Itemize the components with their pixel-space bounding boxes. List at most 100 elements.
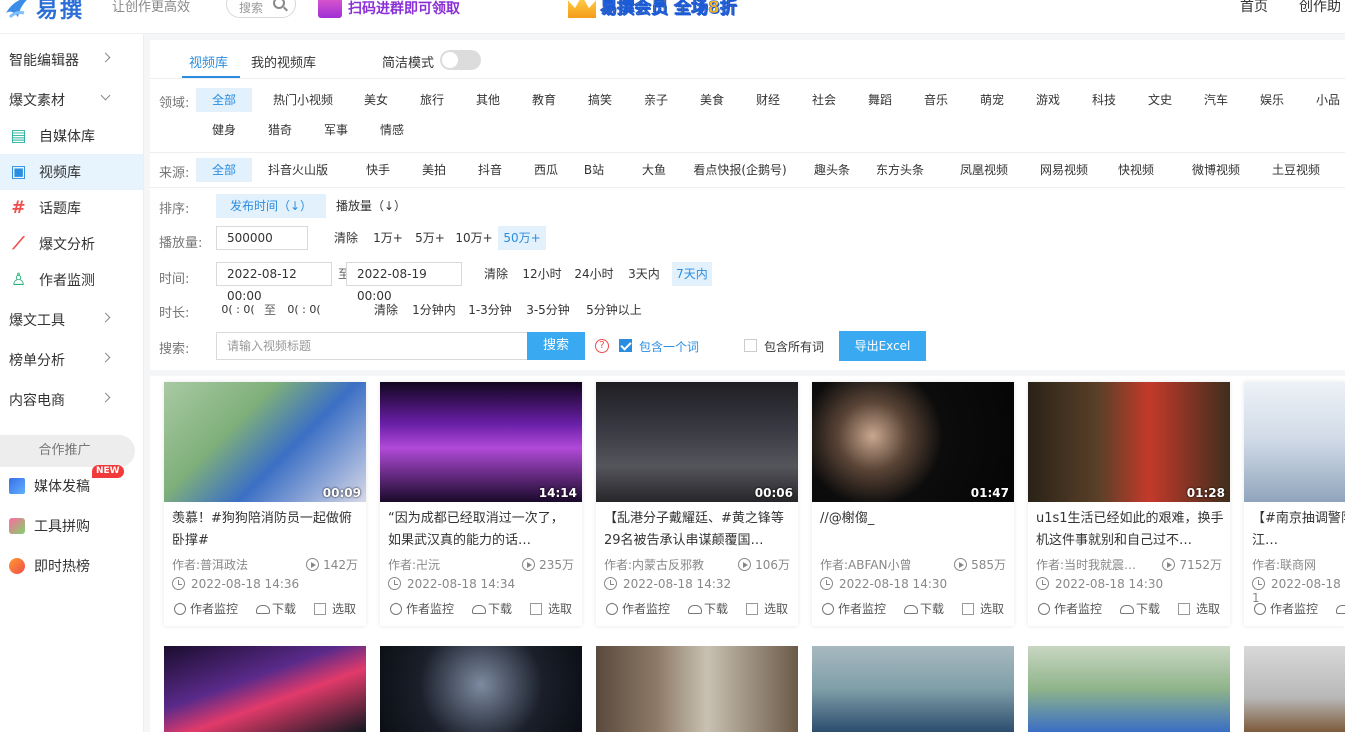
duration-option[interactable]: 3-5分钟 <box>522 298 574 322</box>
video-thumbnail[interactable] <box>164 646 366 732</box>
time-start-input[interactable]: 2022-08-12 00:00 <box>216 262 332 303</box>
sidebar-item-media-library[interactable]: ▤ 自媒体库 <box>0 118 143 154</box>
video-title[interactable]: //@榭㑳_ <box>820 508 1008 552</box>
video-card[interactable]: 00:09 羡慕！#狗狗陪消防员一起做俯卧撑# 作者:普洱政法 142万 2022-08… <box>164 382 366 626</box>
select-checkbox[interactable] <box>314 603 326 615</box>
video-author[interactable]: 作者:卍沅 <box>388 556 508 573</box>
video-card[interactable]: 14:14 “因为成都已经取消过一次了，如果武汉真的能力的话… 作者:卍沅 235万 2… <box>380 382 582 626</box>
source-option[interactable]: 全部 <box>196 158 252 182</box>
select-checkbox[interactable] <box>746 603 758 615</box>
video-title[interactable]: 羡慕！#狗狗陪消防员一起做俯卧撑# <box>172 508 360 552</box>
time-option[interactable]: 清除 <box>478 262 514 286</box>
domain-option[interactable]: 游戏 <box>1028 88 1068 112</box>
contain-one-label[interactable]: 包含一个词 <box>639 338 699 355</box>
source-option[interactable]: 快视频 <box>1108 158 1164 182</box>
simple-mode-toggle[interactable] <box>440 50 481 70</box>
sidebar-section-smart-editor[interactable]: 智能编辑器 <box>0 42 143 78</box>
plays-input[interactable]: 500000 <box>216 226 308 250</box>
video-thumbnail[interactable] <box>1244 382 1345 502</box>
sidebar-section-rankings[interactable]: 榜单分析 <box>0 342 143 378</box>
video-title[interactable]: u1s1生活已经如此的艰难，换手机这件事就别和自己过不… <box>1036 508 1224 552</box>
duration-start-input[interactable]: 0( : 0( <box>216 298 260 322</box>
domain-option[interactable]: 汽车 <box>1196 88 1236 112</box>
plays-option[interactable]: 10万+ <box>454 226 494 250</box>
domain-option[interactable]: 科技 <box>1084 88 1124 112</box>
video-thumbnail[interactable]: 00:09 <box>164 382 366 502</box>
source-option[interactable]: 土豆视频 <box>1260 158 1332 182</box>
video-card[interactable]: 【#南京抽调警队秩序##南京江…作者:联商网2022-08-18 1作者监控下载… <box>1244 382 1345 626</box>
contain-one-checkbox[interactable] <box>619 339 632 352</box>
source-option[interactable]: 凤凰视频 <box>948 158 1020 182</box>
source-option[interactable]: 抖音 <box>468 158 512 182</box>
domain-option[interactable]: 娱乐 <box>1252 88 1292 112</box>
video-card[interactable]: 00:06 【乱港分子戴耀廷、#黄之锋等29名被告承认串谋颠覆国… 作者:内蒙古反邪… <box>596 382 798 626</box>
download-action[interactable]: 下载 <box>904 600 944 617</box>
domain-option[interactable]: 舞蹈 <box>860 88 900 112</box>
video-title[interactable]: 【#南京抽调警队秩序##南京江… <box>1252 508 1345 552</box>
source-option[interactable]: 趣头条 <box>804 158 860 182</box>
sidebar-section-viral-material[interactable]: 爆文素材 <box>0 82 143 118</box>
select-action[interactable]: 选取 <box>962 600 1004 617</box>
time-option[interactable]: 24小时 <box>572 262 616 286</box>
video-thumbnail[interactable] <box>1244 646 1345 732</box>
plays-option[interactable]: 1万+ <box>370 226 406 250</box>
cooperation-button[interactable]: 合作推广 <box>0 435 135 467</box>
source-option[interactable]: 网易视频 <box>1028 158 1100 182</box>
video-author[interactable]: 作者:内蒙古反邪教 <box>604 556 724 573</box>
domain-option[interactable]: 美女 <box>356 88 396 112</box>
domain-option[interactable]: 萌宠 <box>972 88 1012 112</box>
author-monitor-action[interactable]: 作者监控 <box>1254 600 1318 617</box>
sort-by-time[interactable]: 发布时间（↓） <box>216 194 326 218</box>
header-search[interactable]: 搜索 <box>226 0 296 18</box>
video-card[interactable]: 01:28 u1s1生活已经如此的艰难，换手机这件事就别和自己过不… 作者:当时我就… <box>1028 382 1230 626</box>
nav-create-assistant[interactable]: 创作助 <box>1299 0 1341 16</box>
domain-option[interactable]: 军事 <box>316 118 356 142</box>
download-action[interactable]: 下载 <box>688 600 728 617</box>
search-button[interactable]: 搜索 <box>527 332 585 360</box>
domain-option[interactable]: 其他 <box>468 88 508 112</box>
sidebar-section-viral-tools[interactable]: 爆文工具 <box>0 302 143 338</box>
video-thumbnail[interactable]: 01:28 <box>1028 382 1230 502</box>
domain-option[interactable]: 文史 <box>1140 88 1180 112</box>
contain-all-checkbox[interactable] <box>744 339 757 352</box>
sidebar-item-viral-analysis[interactable]: ⟋ 爆文分析 <box>0 226 143 262</box>
title-search-input[interactable]: 请输入视频标题 <box>216 332 528 360</box>
video-author[interactable]: 作者:当时我就震… <box>1036 556 1156 573</box>
video-thumbnail[interactable] <box>596 646 798 732</box>
video-thumbnail[interactable]: 14:14 <box>380 382 582 502</box>
download-action[interactable]: 下载 <box>256 600 296 617</box>
author-monitor-action[interactable]: 作者监控 <box>606 600 670 617</box>
download-action[interactable]: 下载 <box>472 600 512 617</box>
plays-option[interactable]: 5万+ <box>412 226 448 250</box>
nav-home[interactable]: 首页 <box>1240 0 1268 16</box>
sidebar-section-ecommerce[interactable]: 内容电商 <box>0 382 143 418</box>
vip-banner[interactable]: 易撰会员 全场8折 <box>568 0 790 18</box>
select-checkbox[interactable] <box>962 603 974 615</box>
domain-option[interactable]: 全部 <box>196 88 252 112</box>
help-icon[interactable]: ? <box>595 339 609 353</box>
search-icon[interactable] <box>273 0 285 9</box>
source-option[interactable]: 美拍 <box>412 158 456 182</box>
time-option[interactable]: 12小时 <box>520 262 564 286</box>
sidebar-item-author-monitor[interactable]: ♙ 作者监测 <box>0 262 143 298</box>
source-option[interactable]: 东方头条 <box>868 158 932 182</box>
domain-option[interactable]: 亲子 <box>636 88 676 112</box>
select-action[interactable]: 选取 <box>530 600 572 617</box>
select-checkbox[interactable] <box>1178 603 1190 615</box>
domain-option[interactable]: 教育 <box>524 88 564 112</box>
download-action[interactable]: 下载 <box>1120 600 1160 617</box>
sidebar-extra-hot-list[interactable]: 即时热榜 <box>0 551 143 581</box>
tab-my-video-library[interactable]: 我的视频库 <box>251 52 316 71</box>
domain-option[interactable]: 猎奇 <box>260 118 300 142</box>
video-thumbnail[interactable] <box>380 646 582 732</box>
sidebar-item-video-library[interactable]: ▣ 视频库 <box>0 154 143 190</box>
download-action[interactable]: 下载 <box>1336 600 1345 617</box>
sidebar-extra-media-publish[interactable]: 媒体发稿 NEW <box>0 465 143 501</box>
video-thumbnail[interactable]: 00:06 <box>596 382 798 502</box>
plays-option[interactable]: 清除 <box>328 226 364 250</box>
duration-end-input[interactable]: 0( : 0( <box>282 298 326 322</box>
author-monitor-action[interactable]: 作者监控 <box>174 600 238 617</box>
domain-option[interactable]: 财经 <box>748 88 788 112</box>
video-title[interactable]: “因为成都已经取消过一次了，如果武汉真的能力的话… <box>388 508 576 552</box>
author-monitor-action[interactable]: 作者监控 <box>822 600 886 617</box>
